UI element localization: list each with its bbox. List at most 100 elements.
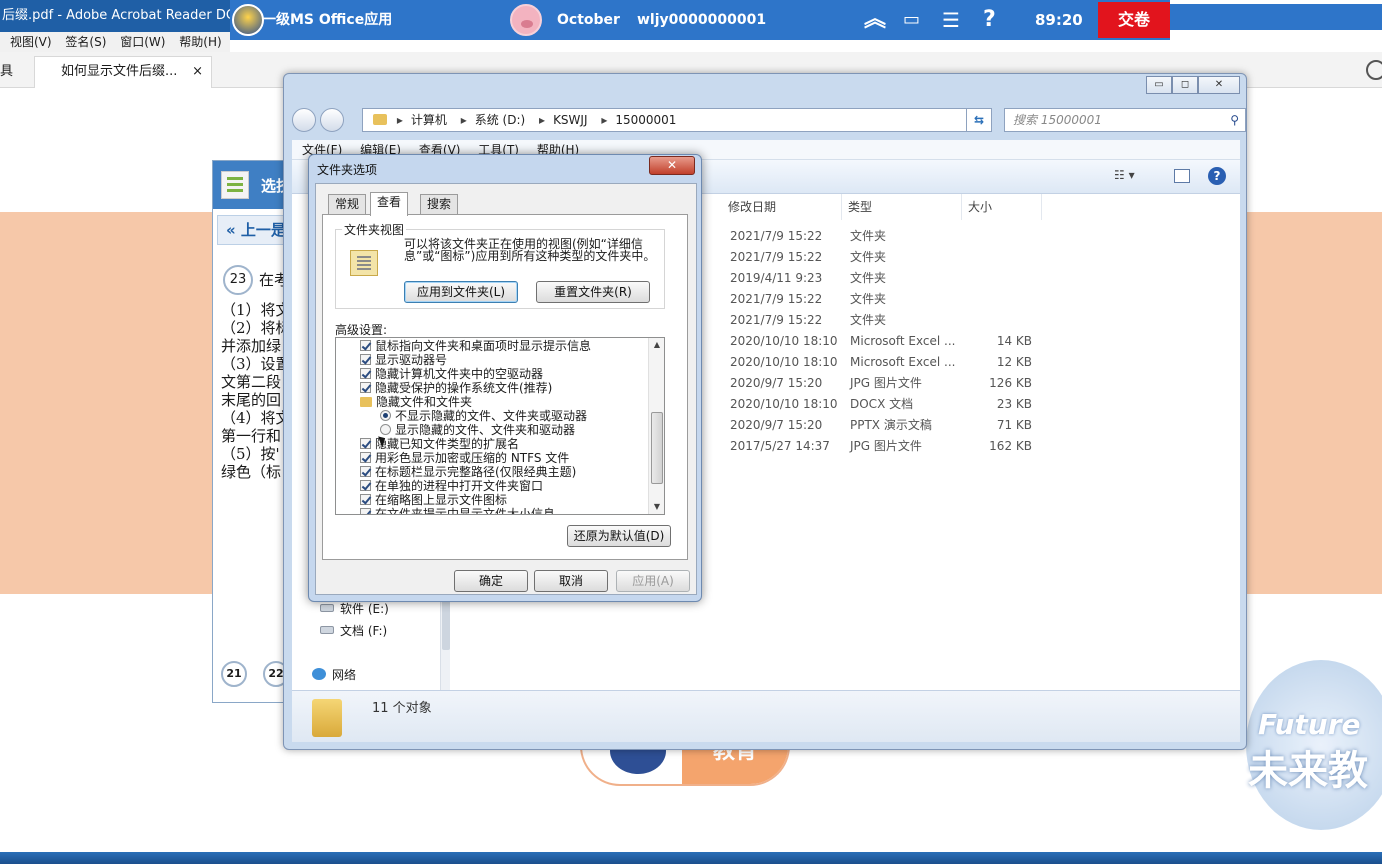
ok-button[interactable]: 确定 [454,570,528,592]
preview-pane-icon[interactable] [1174,169,1190,183]
checkbox-checked-icon[interactable] [360,382,371,393]
taskbar-strip [0,852,1382,864]
advanced-group-header: 隐藏文件和文件夹 [360,395,472,409]
reset-folders-button[interactable]: 重置文件夹(R) [536,281,650,303]
checkbox-checked-icon[interactable] [360,466,371,477]
breadcrumb-drive-d[interactable]: ▸ 系统 (D:) [461,113,526,127]
acrobat-menu-help[interactable]: 帮助(H) [179,35,221,49]
checkbox-checked-icon[interactable] [360,480,371,491]
question-text-line: 并添加绿 [221,337,282,355]
advanced-checkbox-option[interactable]: 隐藏计算机文件夹中的空驱动器 [360,367,543,381]
advanced-checkbox-option[interactable]: 在单独的进程中打开文件夹窗口 [360,479,543,493]
apply-button[interactable]: 应用(A) [616,570,690,592]
search-icon[interactable]: ⚲ [1230,109,1239,131]
tab-general[interactable]: 常规 [328,194,367,214]
file-modified-date: 2020/9/7 15:20 [730,376,823,390]
checkbox-checked-icon[interactable] [360,354,371,365]
checkbox-checked-icon[interactable] [360,494,371,505]
breadcrumb-kswjj[interactable]: ▸ KSWJJ [539,113,587,127]
file-size: 23 KB [996,397,1032,411]
file-type: JPG 图片文件 [850,376,922,390]
advanced-option-label: 在标题栏显示完整路径(仅限经典主题) [375,465,577,479]
collapse-up-icon[interactable]: ︽ [864,0,886,40]
advanced-radio-option[interactable]: 不显示隐藏的文件、文件夹或驱动器 [380,409,587,423]
minimize-icon[interactable]: ▭ [1146,76,1172,94]
close-icon[interactable]: × [192,57,203,87]
apply-to-folders-button[interactable]: 应用到文件夹(L) [404,281,518,303]
advanced-radio-option[interactable]: 显示隐藏的文件、文件夹和驱动器 [380,423,575,437]
address-bar[interactable]: ▸计算机 ▸系统 (D:) ▸KSWJJ ▸15000001 ▼ [362,108,990,132]
advanced-option-label: 不显示隐藏的文件、文件夹或驱动器 [395,409,588,423]
advanced-checkbox-option[interactable]: 隐藏受保护的操作系统文件(推荐) [360,381,552,395]
radio-button-icon[interactable] [380,424,391,435]
back-arrow-icon[interactable] [292,108,316,132]
column-modified-date[interactable]: 修改日期 [722,194,842,220]
column-type[interactable]: 类型 [842,194,962,220]
close-icon[interactable]: ✕ [1198,76,1240,94]
breadcrumb-computer[interactable]: ▸ 计算机 [397,113,447,127]
checkbox-checked-icon[interactable] [360,508,371,514]
help-icon[interactable]: ? [983,0,996,40]
advanced-checkbox-option[interactable]: 隐藏已知文件类型的扩展名 [360,437,519,451]
file-modified-date: 2020/10/10 18:10 [730,334,838,348]
advanced-checkbox-option[interactable]: 在缩略图上显示文件图标 [360,493,507,507]
restore-defaults-button[interactable]: 还原为默认值(D) [567,525,671,547]
breadcrumb-15000001[interactable]: ▸ 15000001 [601,113,676,127]
acrobat-menu-view[interactable]: 视图(V) [10,35,52,49]
cancel-button[interactable]: 取消 [534,570,608,592]
question-nav-21[interactable]: 21 [221,661,247,687]
advanced-checkbox-option[interactable]: 用彩色显示加密或压缩的 NTFS 文件 [360,451,569,465]
search-input[interactable]: 搜索 15000001 ⚲ [1004,108,1246,132]
advanced-checkbox-option[interactable]: 显示驱动器号 [360,353,447,367]
refresh-icon[interactable]: ⇆ [966,108,992,132]
radio-button-icon[interactable] [380,410,391,421]
checkbox-checked-icon[interactable] [360,368,371,379]
forward-arrow-icon[interactable] [320,108,344,132]
scroll-down-icon[interactable]: ▼ [649,500,664,514]
advanced-list-scrollbar[interactable]: ▲ ▼ [648,338,664,514]
file-modified-date: 2020/9/7 15:20 [730,418,823,432]
window-controls: ▭ ◻ ✕ [1146,76,1240,94]
acrobat-tab-tools[interactable]: 具 [0,60,13,79]
file-modified-date: 2020/10/10 18:10 [730,355,838,369]
checkbox-checked-icon[interactable] [360,340,371,351]
advanced-option-label: 显示驱动器号 [375,353,448,367]
acrobat-menu-sign[interactable]: 签名(S) [65,35,106,49]
file-modified-date: 2021/7/9 15:22 [730,292,823,306]
scroll-thumb[interactable] [442,594,450,650]
nav-drive-e[interactable]: 软件 (E:) [320,600,389,617]
advanced-option-label: 隐藏已知文件类型的扩展名 [375,437,520,451]
acrobat-menu-window[interactable]: 窗口(W) [120,35,165,49]
advanced-checkbox-option[interactable]: 鼠标指向文件夹和桌面项时显示提示信息 [360,339,591,353]
exam-month: October [557,12,620,28]
checkbox-checked-icon[interactable] [360,438,371,449]
tab-search[interactable]: 搜索 [420,194,459,214]
folder-views-group: 文件夹视图 可以将该文件夹正在使用的视图(例如“详细信息”或“图标”)应用到所有… [335,221,665,309]
brand-watermark: Future 未来教 [1246,660,1382,830]
checklist-icon[interactable]: ☰ [942,0,960,40]
view-options-icon[interactable]: ☷ ▾ [1114,168,1135,182]
checkbox-checked-icon[interactable] [360,452,371,463]
submit-exam-button[interactable]: 交卷 [1098,2,1170,38]
help-icon[interactable]: ? [1208,167,1226,185]
watermark-english: Future [1258,708,1361,741]
monitor-icon[interactable]: ▭ [903,0,920,40]
acrobat-document-tab[interactable]: 如何显示文件后缀... × [34,56,212,88]
file-type: JPG 图片文件 [850,439,922,453]
file-type: PPTX 演示文稿 [850,418,932,432]
maximize-icon[interactable]: ◻ [1172,76,1198,94]
question-text-line: （4）将文 [221,409,291,427]
group-description: 可以将该文件夹正在使用的视图(例如“详细信息”或“图标”)应用到所有这种类型的文… [404,237,656,263]
close-icon[interactable]: ✕ [649,156,695,175]
nav-network[interactable]: 网络 [312,666,356,683]
previous-question-button[interactable]: « 上一是 [217,215,291,245]
scroll-up-icon[interactable]: ▲ [649,338,664,352]
tab-view[interactable]: 查看 [370,192,409,216]
nav-drive-f[interactable]: 文档 (F:) [320,622,387,639]
column-size[interactable]: 大小 [962,194,1042,220]
advanced-checkbox-option[interactable]: 在标题栏显示完整路径(仅限经典主题) [360,465,576,479]
file-type: Microsoft Excel ... [850,355,956,369]
advanced-checkbox-option[interactable]: 在文件夹提示中显示文件大小信息 [360,507,555,514]
search-icon[interactable] [1366,60,1382,80]
scroll-thumb[interactable] [651,412,663,484]
